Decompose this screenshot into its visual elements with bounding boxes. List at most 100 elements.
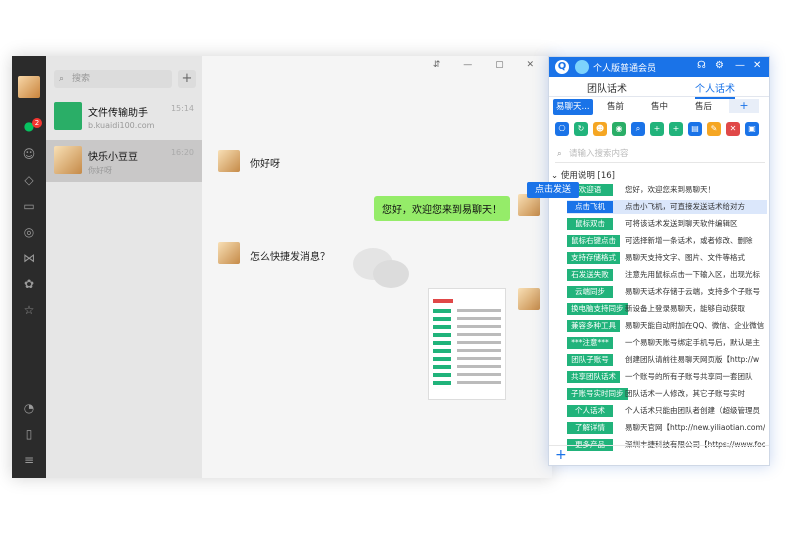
avatar [518,288,540,310]
phrase-row[interactable]: 兼容多种工具 易聊天能自动附加在QQ、微信、企业微信 [567,319,767,333]
file-transfer-icon [54,102,82,130]
moments-icon[interactable]: ◎ [21,224,37,240]
phrase-row[interactable]: 云端同步 易聊天话术存储于云端，支持多个子账号 [567,285,767,299]
mini-app-icon[interactable]: ◔ [21,400,37,416]
search-placeholder: 请输入搜索内容 [569,149,629,159]
phrase-text: 一个易聊天账号绑定手机号后，默认是主 [625,338,760,347]
wechat-icon[interactable]: ◉ [612,122,626,136]
edit-icon[interactable]: ✎ [707,122,721,136]
headset-icon[interactable]: ☊ [697,60,706,71]
phrase-row[interactable]: 鼠标双击 可将该话术发送到聊天软件编辑区 [567,217,767,231]
files-icon[interactable]: ▭ [21,198,37,214]
my-avatar[interactable] [18,76,40,98]
phrase-tag: 鼠标双击 [567,218,613,230]
message-outgoing: 您好，欢迎您来到易聊天！ [374,196,510,221]
assistant-header: Q 个人版普通会员 ☊ ⚙ — ✕ [549,57,769,77]
contacts-icon[interactable]: ☺ [21,146,37,162]
thumbnail-icon [433,299,501,385]
export-icon[interactable]: ▣ [745,122,759,136]
delete-icon[interactable]: ✕ [726,122,740,136]
phrase-search-input[interactable]: ⌕ 请输入搜索内容 [555,145,765,163]
screenshot-image[interactable] [428,288,506,400]
phrase-text: 您好，欢迎您来到易聊天！ [625,185,715,194]
phrase-text: 易聊天话术存储于云端，支持多个子账号 [625,287,760,296]
channels-icon[interactable]: ⋈ [21,250,37,266]
sub-tab-yiliaotian[interactable]: 易聊天... [553,99,593,115]
add-phrase-icon[interactable]: + [669,122,683,136]
avatar [54,146,82,174]
window-controls[interactable]: ⇵ — ▢ ✕ [433,60,544,70]
phrase-tag: 兼容多种工具 [567,320,620,332]
sub-tab-aftersale[interactable]: 售后 [695,99,712,115]
phrase-tag: 支持存储格式 [567,252,620,264]
phrase-row[interactable]: 团队子账号 创建团队请前往易聊天网页版【http://w [567,353,767,367]
minimize-icon[interactable]: — [735,60,745,71]
phrase-text: 注意先用鼠标点击一下输入区，出现光标 [625,270,760,279]
add-phrase-button[interactable]: + [555,447,567,463]
add-tab-button[interactable]: + [729,99,759,113]
search-placeholder: 搜索 [72,74,91,84]
phrase-row[interactable]: 鼠标右键点击 可选择新增一条话术，或者修改、删除 [567,234,767,248]
add-chat-button[interactable]: + [178,70,196,88]
collections-icon[interactable]: ◇ [21,172,37,188]
member-icon [575,60,589,74]
nav-rail: ● 2 ☺ ◇ ▭ ◎ ⋈ ✿ ☆ ◔ ▯ ≡ [12,56,46,478]
phrase-text: 创建团队请前往易聊天网页版【http://w [625,355,760,364]
phrase-tag: 子账号实时同步 [567,388,628,400]
phrase-text: 易聊天支持文字、图片、文件等格式 [625,253,745,262]
phrase-row[interactable]: 点击飞机 点击小飞机，可直接发送话术给对方 [567,200,767,214]
send-tooltip-button[interactable]: 点击发送 [527,182,579,198]
phrase-assistant-panel: Q 个人版普通会员 ☊ ⚙ — ✕ 团队话术 个人话术 易聊天... 售前 售中… [548,56,770,466]
group-label: 使用说明 [16] [560,171,615,181]
phrase-row[interactable]: 石发送失败 注意先用鼠标点击一下输入区，出现光标 [567,268,767,282]
close-icon[interactable]: ✕ [753,60,761,71]
tab-team-phrases[interactable]: 团队话术 [587,80,627,95]
phrase-text: 个人话术只能由团队者创建（超级管理员 [625,406,760,415]
menu-icon[interactable]: ≡ [21,452,37,468]
phrase-row[interactable]: 共享团队话术 一个账号的所有子账号共享同一套团队 [567,370,767,384]
phrase-row[interactable]: 个人话术 个人话术只能由团队者创建（超级管理员 [567,404,767,418]
wechat-watermark-icon [353,248,409,288]
phrase-tag: 点击飞机 [567,201,613,213]
sub-tab-insale[interactable]: 售中 [651,99,668,115]
phrase-tag: 了解详情 [567,422,613,434]
add-folder-icon[interactable]: + [650,122,664,136]
sub-tab-presale[interactable]: 售前 [607,99,624,115]
tab-personal-phrases[interactable]: 个人话术 [695,80,735,99]
session-item[interactable]: 快乐小豆豆 你好呀 16:20 [46,140,202,182]
phrase-group-header[interactable]: ⌄ 使用说明 [16] [551,169,615,181]
phrase-tag: 团队子账号 [567,354,613,366]
search-reply-icon[interactable]: ⌕ [631,122,645,136]
phrase-row[interactable]: 支持存储格式 易聊天支持文字、图片、文件等格式 [567,251,767,265]
phrase-tag: ***注意*** [567,337,613,349]
chevron-down-icon: ⌄ [551,171,561,181]
phrase-row[interactable]: 欢迎语 您好，欢迎您来到易聊天！ [567,183,767,197]
phrase-tag: 石发送失败 [567,269,613,281]
phrase-row[interactable]: ***注意*** 一个易聊天账号绑定手机号后，默认是主 [567,336,767,350]
message-incoming: 你好呀 [250,159,280,170]
app-logo-icon: Q [555,60,569,74]
session-list: ⌕ 搜索 + 文件传输助手 b.kuaidi100.com 15:14 快乐小豆… [46,56,202,478]
search-input[interactable]: ⌕ 搜索 [54,70,172,88]
assistant-footer: + [549,445,769,465]
phrase-row[interactable]: 换电脑支持同步 新设备上登录易聊天，能够自动获取 [567,302,767,316]
org-chart-icon[interactable]: ⎔ [555,122,569,136]
star-icon[interactable]: ☆ [21,302,37,318]
import-icon[interactable]: ▤ [688,122,702,136]
assistant-title: 个人版普通会员 [593,64,657,74]
phrase-row[interactable]: 了解详情 易聊天官网【http://new.yiliaotian.com/】 [567,421,767,435]
avatar [218,242,240,264]
emoji-icon[interactable]: ☻ [593,122,607,136]
phrase-text: 可将该话术发送到聊天软件编辑区 [625,219,738,228]
settings-icon[interactable]: ⚙ [715,60,724,71]
wechat-window: ● 2 ☺ ◇ ▭ ◎ ⋈ ✿ ☆ ◔ ▯ ≡ ⌕ 搜索 + 文件传输助手 b.… [12,56,552,478]
mini-programs-icon[interactable]: ✿ [21,276,37,292]
refresh-icon[interactable]: ↻ [574,122,588,136]
search-icon: ⌕ [557,149,562,159]
phone-icon[interactable]: ▯ [21,426,37,442]
session-item[interactable]: 文件传输助手 b.kuaidi100.com 15:14 [46,96,202,138]
main-tabs: 团队话术 个人话术 [549,77,769,99]
phrase-tag: 云端同步 [567,286,613,298]
phrase-row[interactable]: 子账号实时同步 团队话术一人修改，其它子账号实时 [567,387,767,401]
search-icon: ⌕ [59,74,65,84]
